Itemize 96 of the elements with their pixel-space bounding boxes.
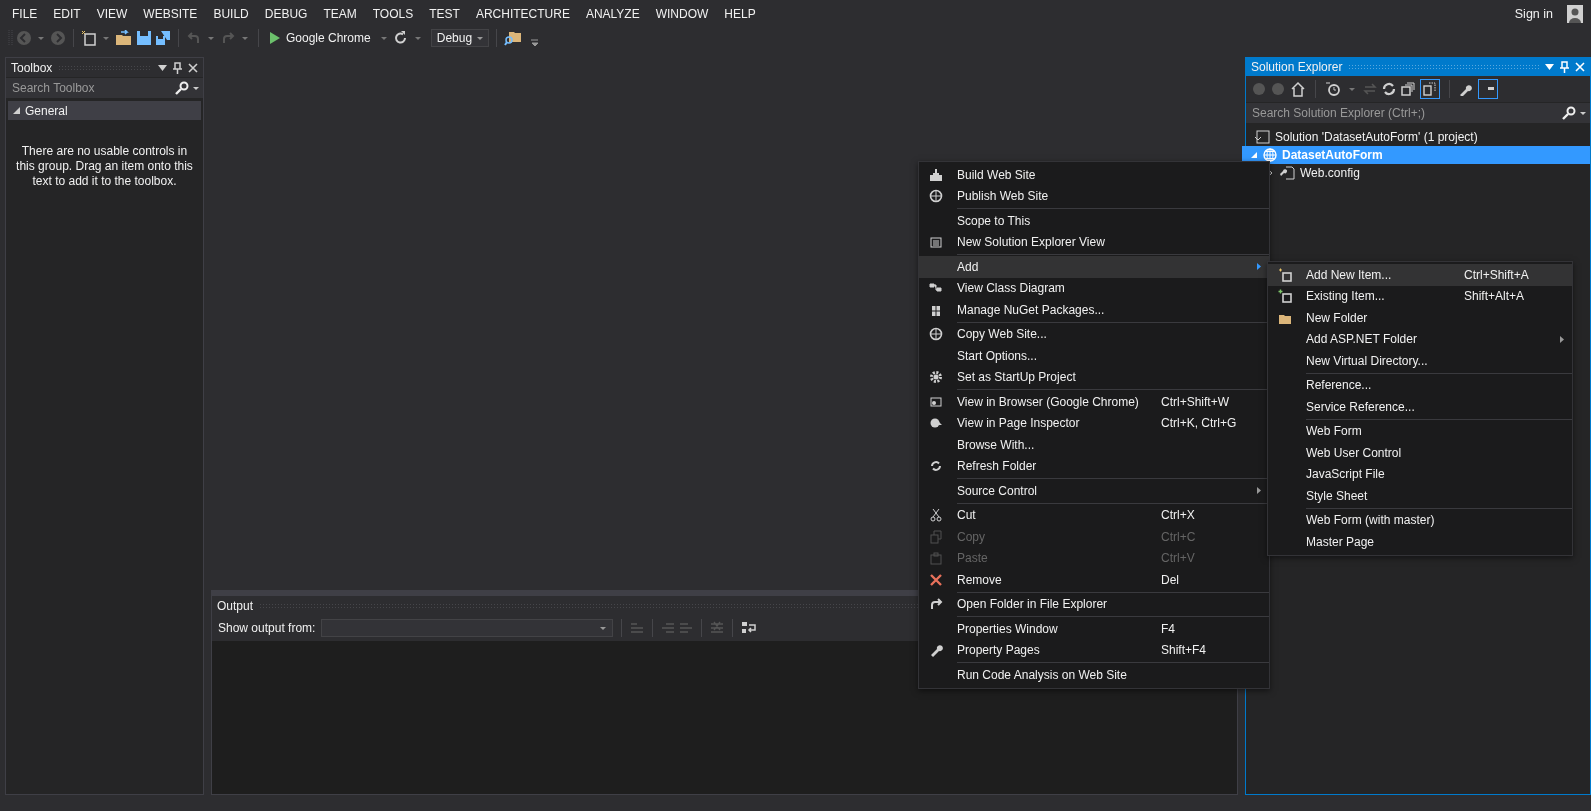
panel-title: Solution Explorer <box>1251 59 1343 74</box>
panel-title: Toolbox <box>11 60 53 75</box>
dropdown-arrow-icon[interactable] <box>193 86 199 90</box>
word-wrap-icon[interactable] <box>741 621 758 635</box>
submenu-arrow-icon <box>1257 263 1261 271</box>
wrench-icon[interactable] <box>1459 82 1473 96</box>
toolbox-group-header[interactable]: General <box>8 101 201 120</box>
overflow-icon[interactable] <box>530 38 539 46</box>
menu-item[interactable]: Web User Control <box>1268 442 1572 464</box>
play-icon <box>270 32 280 44</box>
search-icon[interactable] <box>1562 106 1576 120</box>
menu-item[interactable]: View in Page Inspector Ctrl+K, Ctrl+G <box>919 412 1269 434</box>
menu-item[interactable]: Browse With... <box>919 434 1269 456</box>
group-label: General <box>25 103 68 118</box>
refresh-icon <box>929 459 943 474</box>
menu-item[interactable]: Publish Web Site <box>919 185 1269 207</box>
menu-item[interactable]: Remove Del <box>919 569 1269 591</box>
menu-item[interactable]: Add New Item... Ctrl+Shift+A <box>1268 264 1572 286</box>
dropdown-arrow-icon[interactable] <box>158 64 167 71</box>
search-field[interactable]: Search Toolbox <box>6 78 203 98</box>
menu-item[interactable]: TEST <box>421 7 468 21</box>
add-item-icon <box>1278 289 1292 304</box>
close-icon <box>929 572 943 587</box>
menu-item[interactable]: JavaScript File <box>1268 463 1572 485</box>
tree-item[interactable]: Solution 'DatasetAutoForm' (1 project) <box>1246 128 1590 146</box>
menu-item[interactable]: Set as StartUp Project <box>919 366 1269 388</box>
wrench-icon <box>929 643 943 658</box>
menu-item[interactable]: FILE <box>4 7 46 21</box>
menu-item[interactable]: Property Pages Shift+F4 <box>919 639 1269 661</box>
dropdown-arrow-icon[interactable] <box>1580 111 1586 115</box>
dropdown-arrow-icon[interactable] <box>1545 63 1554 70</box>
show-all-files-icon[interactable] <box>1420 79 1440 99</box>
submenu-arrow-icon <box>1560 335 1564 343</box>
menu-item[interactable]: View Class Diagram <box>919 277 1269 299</box>
gear-icon <box>929 370 943 385</box>
globe-icon <box>929 327 943 342</box>
close-icon[interactable] <box>188 62 198 73</box>
new-item-icon <box>1278 267 1292 282</box>
menu-item[interactable]: WEBSITE <box>135 7 206 21</box>
expanded-arrow-icon[interactable] <box>1250 151 1258 159</box>
menu-item[interactable]: Existing Item... Shift+Alt+A <box>1268 285 1572 307</box>
submenu-arrow-icon <box>1257 487 1261 495</box>
menu-item[interactable]: HELP <box>716 7 764 21</box>
menu-item[interactable]: Add <box>919 253 1269 278</box>
sign-in-link[interactable]: Sign in <box>1514 7 1553 21</box>
redo-arrow-icon <box>929 597 943 612</box>
menu-item[interactable]: VIEW <box>88 7 136 21</box>
preview-icon[interactable] <box>1478 79 1498 99</box>
scissors-icon <box>929 508 943 523</box>
menu-item[interactable]: New Virtual Directory... <box>1268 350 1572 372</box>
menu-item[interactable]: Add ASP.NET Folder <box>1268 328 1572 350</box>
refresh-icon[interactable] <box>1382 82 1396 96</box>
menu-item[interactable]: New Solution Explorer View <box>919 231 1269 253</box>
save-icon[interactable] <box>136 30 152 46</box>
config-file-icon <box>1279 166 1295 180</box>
menu-item[interactable]: Service Reference... <box>1268 396 1572 418</box>
solution-icon <box>1254 130 1270 144</box>
empty-message: There are no usable controls in this group. Drag an item onto this text to add it to the toolbox. <box>16 144 193 189</box>
menu-item[interactable]: Start Options... <box>919 345 1269 367</box>
pin-icon[interactable] <box>173 61 182 74</box>
find-folder-icon[interactable] <box>503 30 522 46</box>
menu-item[interactable]: ANALYZE <box>577 7 648 21</box>
menu-item[interactable]: New Folder <box>1268 307 1572 329</box>
home-icon[interactable] <box>1290 81 1306 97</box>
menu-item[interactable]: ARCHITECTURE <box>467 7 578 21</box>
menu-item[interactable]: Refresh Folder <box>919 455 1269 477</box>
save-all-icon[interactable] <box>155 30 171 46</box>
new-project-icon[interactable] <box>81 30 97 46</box>
windows-icon <box>929 235 943 250</box>
collapse-all-icon[interactable] <box>1401 82 1415 96</box>
menu-item[interactable]: Manage NuGet Packages... <box>919 299 1269 321</box>
refresh-icon[interactable] <box>392 30 409 46</box>
menu-item[interactable]: TEAM <box>315 7 365 21</box>
menu-item[interactable]: DEBUG <box>256 7 316 21</box>
open-folder-icon[interactable] <box>115 30 133 46</box>
clipboard-icon <box>929 551 943 566</box>
configuration-dropdown[interactable]: Debug <box>430 29 489 47</box>
start-button[interactable]: Google Chrome <box>266 31 375 45</box>
clock-icon[interactable] <box>1325 81 1341 97</box>
menu-item[interactable]: TOOLS <box>364 7 422 21</box>
copy-icon <box>929 529 943 544</box>
menu-item[interactable]: Style Sheet <box>1268 485 1572 507</box>
search-icon[interactable] <box>175 81 189 95</box>
menu-item[interactable]: BUILD <box>205 7 257 21</box>
user-icon[interactable] <box>1567 5 1583 23</box>
menu-item[interactable]: Build Web Site <box>919 164 1269 186</box>
build-icon <box>929 167 943 182</box>
expanded-arrow-icon[interactable] <box>13 107 20 114</box>
menu-item[interactable]: Master Page <box>1268 531 1572 553</box>
field-label: Show output from: <box>218 621 316 635</box>
browser-icon <box>929 394 943 409</box>
globe-icon <box>1263 148 1277 162</box>
panel-title: Output <box>217 598 254 613</box>
globe-icon <box>929 189 943 204</box>
menu-item[interactable]: WINDOW <box>647 7 717 21</box>
menu-item[interactable]: EDIT <box>45 7 89 21</box>
